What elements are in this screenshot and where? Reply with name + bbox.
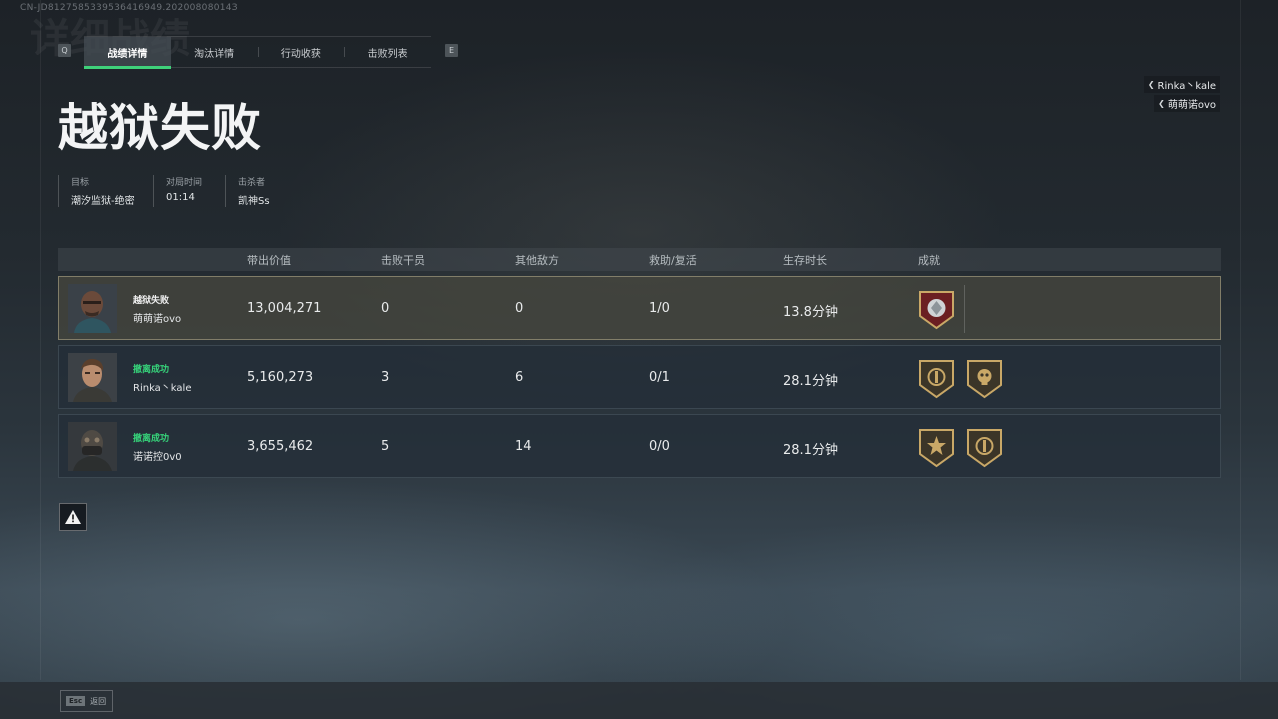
survival-time: 28.1分钟 xyxy=(783,374,838,389)
extract-value: 5,160,273 xyxy=(247,370,314,385)
operator-kills: 3 xyxy=(381,370,390,385)
meta-time: 对局时间 01:14 xyxy=(153,175,225,207)
header-survival-time: 生存时长 xyxy=(783,254,827,267)
table-header: 带出价值 击败干员 其他敌方 救助/复活 生存时长 成就 xyxy=(58,248,1221,271)
meta-target: 目标 潮汐监狱-绝密 xyxy=(58,175,153,207)
gold-star-badge-icon[interactable] xyxy=(918,427,955,468)
survival-time: 28.1分钟 xyxy=(783,443,838,458)
prev-tab-key[interactable]: Q xyxy=(58,44,71,57)
meta-value: 凯神Ss xyxy=(238,196,270,207)
extract-value: 13,004,271 xyxy=(247,301,322,316)
achievement-list xyxy=(918,358,1003,399)
squad-list: ❮ Rinka丶kale ❮ 萌萌诺ovo xyxy=(1143,76,1220,112)
page-title: 越狱失败 xyxy=(58,99,262,157)
achievement-list xyxy=(918,427,1003,468)
operator-kills: 0 xyxy=(381,301,390,316)
table-row[interactable]: 撤离成功 Rinka丶kale 5,160,273 3 6 0/1 28.1分钟 xyxy=(58,345,1221,409)
gold-crest-badge-icon[interactable] xyxy=(966,427,1003,468)
meta-label: 对局时间 xyxy=(166,178,203,188)
meta-label: 击杀者 xyxy=(238,178,266,188)
player-name: 诺诺控0v0 xyxy=(133,452,182,463)
meta-killer: 击杀者 凯神Ss xyxy=(225,175,282,207)
badge-divider xyxy=(964,285,965,333)
wing-icon: ❮ xyxy=(1158,99,1165,108)
back-label: 返回 xyxy=(90,696,107,706)
frame-line xyxy=(1240,0,1241,680)
tab-action-gains[interactable]: 行动收获 xyxy=(257,37,345,67)
table-row[interactable]: 越狱失败 萌萌诺ovo 13,004,271 0 0 1/0 13.8分钟 xyxy=(58,276,1221,340)
squad-member: ❮ 萌萌诺ovo xyxy=(1154,95,1220,112)
avatar xyxy=(68,284,117,333)
back-button[interactable]: Esc 返回 xyxy=(60,690,113,712)
report-button[interactable] xyxy=(59,503,87,531)
assist-revive: 1/0 xyxy=(649,301,670,316)
build-id: CN-JD8127585339536416949.20200808014З xyxy=(20,3,238,13)
header-other-enemies: 其他敌方 xyxy=(515,254,559,267)
gold-crest-badge-icon[interactable] xyxy=(918,358,955,399)
other-enemies: 6 xyxy=(515,370,524,385)
tab-bar: 战绩详情 淘汰详情 行动收获 击败列表 xyxy=(84,36,431,69)
operator-kills: 5 xyxy=(381,439,390,454)
bottom-bar: Esc 返回 xyxy=(0,682,1278,719)
player-name: 萌萌诺ovo xyxy=(133,314,182,325)
header-operator-kills: 击败干员 xyxy=(381,254,425,267)
assist-revive: 0/1 xyxy=(649,370,670,385)
esc-key: Esc xyxy=(66,696,86,706)
tab-defeat-list[interactable]: 击败列表 xyxy=(344,37,431,67)
player-name: Rinka丶kale xyxy=(133,383,192,394)
squad-member: ❮ Rinka丶kale xyxy=(1143,76,1220,93)
stats-table: 带出价值 击败干员 其他敌方 救助/复活 生存时长 成就 越狱失败 萌萌诺ovo… xyxy=(58,248,1221,478)
player-status: 越狱失败 xyxy=(133,296,170,306)
player-status: 撤离成功 xyxy=(133,434,170,444)
meta-value: 潮汐监狱-绝密 xyxy=(71,196,135,207)
header-assist-revive: 救助/复活 xyxy=(649,254,697,267)
player-status: 撤离成功 xyxy=(133,365,170,375)
table-row[interactable]: 撤离成功 诺诺控0v0 3,655,462 5 14 0/0 28.1分钟 xyxy=(58,414,1221,478)
squad-member-name: Rinka丶kale xyxy=(1157,81,1216,92)
survival-time: 13.8分钟 xyxy=(783,305,838,320)
match-meta: 目标 潮汐监狱-绝密 对局时间 01:14 击杀者 凯神Ss xyxy=(58,175,282,207)
achievement-list xyxy=(918,289,955,330)
tab-battle-details[interactable]: 战绩详情 xyxy=(84,37,171,69)
other-enemies: 0 xyxy=(515,301,524,316)
meta-label: 目标 xyxy=(71,178,90,188)
tab-elimination-details[interactable]: 淘汰详情 xyxy=(171,37,258,67)
gold-skull-badge-icon[interactable] xyxy=(966,358,1003,399)
next-tab-key[interactable]: E xyxy=(445,44,458,57)
red-gem-badge-icon[interactable] xyxy=(918,289,955,330)
frame-line xyxy=(40,0,41,680)
other-enemies: 14 xyxy=(515,439,532,454)
header-achievements: 成就 xyxy=(918,254,940,267)
meta-value: 01:14 xyxy=(166,192,195,203)
squad-member-name: 萌萌诺ovo xyxy=(1167,100,1216,111)
avatar xyxy=(68,422,117,471)
assist-revive: 0/0 xyxy=(649,439,670,454)
extract-value: 3,655,462 xyxy=(247,439,314,454)
warning-icon xyxy=(65,510,81,524)
avatar xyxy=(68,353,117,402)
header-extract-value: 带出价值 xyxy=(247,254,291,267)
wing-icon: ❮ xyxy=(1147,80,1155,89)
